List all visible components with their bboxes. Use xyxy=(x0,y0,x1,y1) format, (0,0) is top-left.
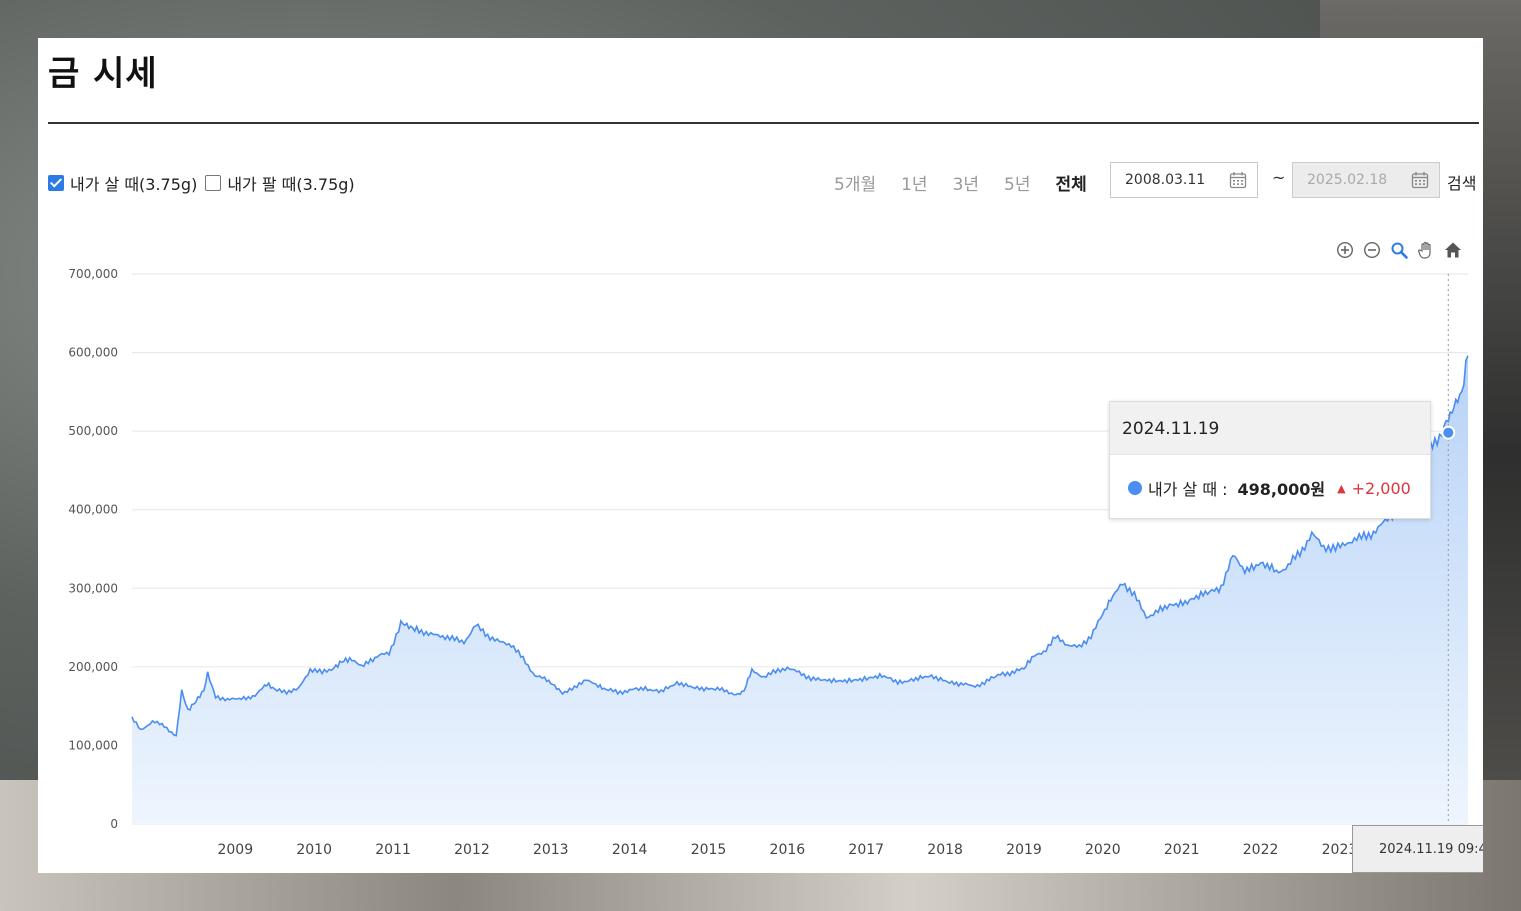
y-tick-label: 0 xyxy=(110,817,118,831)
x-tick-label: 2012 xyxy=(454,842,490,858)
crosshair-date-label: 2024.11.19 09:4 xyxy=(1352,825,1483,873)
highlight-point[interactable] xyxy=(1441,425,1456,440)
tooltip-change: +2,000 xyxy=(1351,478,1411,498)
y-tick-label: 100,000 xyxy=(68,738,118,752)
data-tooltip: 2024.11.19 내가 살 때 : 498,000원 ▲ +2,000 xyxy=(1109,401,1431,519)
tooltip-value: 498,000원 xyxy=(1237,480,1326,499)
y-tick-label: 200,000 xyxy=(68,660,118,674)
gold-price-panel: 금 시세 내가 살 때(3.75g) 내가 팔 때(3.75g) 5개월 1년 … xyxy=(38,38,1483,873)
tooltip-series-label: 내가 살 때 : xyxy=(1148,480,1228,499)
y-tick-label: 300,000 xyxy=(68,581,118,595)
x-tick-label: 2016 xyxy=(770,842,806,858)
y-tick-label: 500,000 xyxy=(68,424,118,438)
x-tick-label: 2013 xyxy=(533,842,569,858)
y-tick-label: 400,000 xyxy=(68,503,118,517)
up-arrow-icon: ▲ xyxy=(1337,481,1346,495)
x-tick-label: 2010 xyxy=(296,842,332,858)
x-tick-label: 2015 xyxy=(691,842,727,858)
x-tick-label: 2019 xyxy=(1006,842,1042,858)
x-tick-label: 2017 xyxy=(848,842,884,858)
y-tick-label: 700,000 xyxy=(68,267,118,281)
tooltip-body: 내가 살 때 : 498,000원 ▲ +2,000 xyxy=(1110,455,1430,521)
x-tick-label: 2009 xyxy=(217,842,253,858)
x-tick-label: 2014 xyxy=(612,842,648,858)
x-tick-label: 2022 xyxy=(1243,842,1279,858)
x-tick-label: 2021 xyxy=(1164,842,1200,858)
x-tick-label: 2018 xyxy=(927,842,963,858)
x-tick-label: 2020 xyxy=(1085,842,1121,858)
series-marker-icon xyxy=(1128,481,1142,495)
x-tick-label: 2011 xyxy=(375,842,411,858)
tooltip-date: 2024.11.19 xyxy=(1110,402,1430,455)
y-tick-label: 600,000 xyxy=(68,346,118,360)
